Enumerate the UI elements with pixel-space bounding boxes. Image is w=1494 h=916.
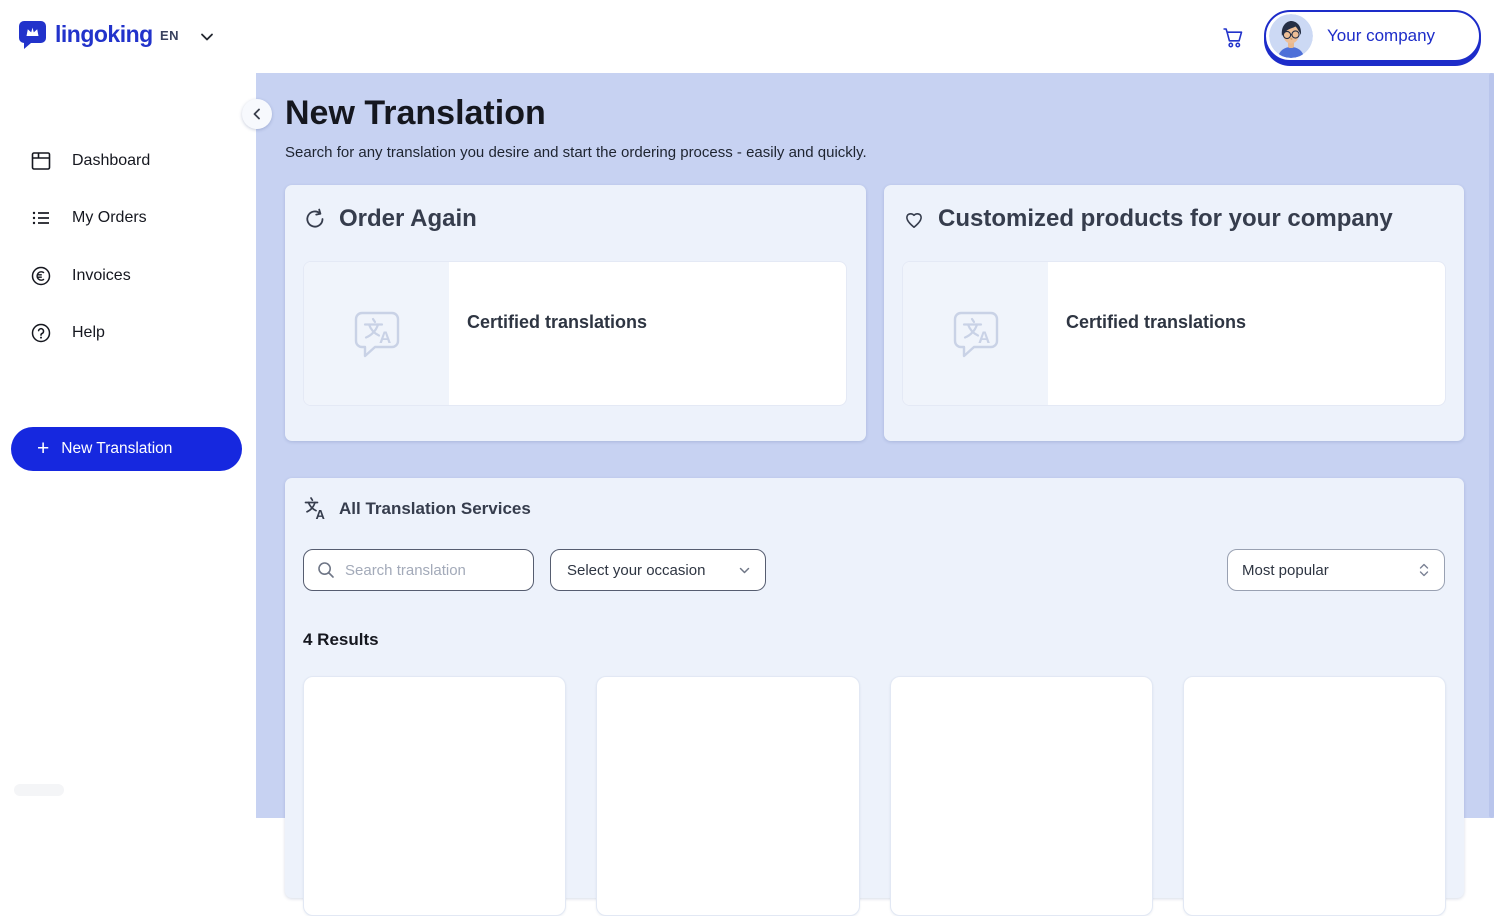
result-card[interactable] xyxy=(890,676,1153,916)
search-input[interactable] xyxy=(345,562,523,579)
services-title: All Translation Services xyxy=(339,499,531,519)
search-icon xyxy=(316,560,336,580)
result-card[interactable] xyxy=(303,676,566,916)
svg-text:A: A xyxy=(316,507,326,522)
order-again-section: Order Again A Certified translations xyxy=(285,185,866,441)
back-button[interactable] xyxy=(242,99,272,129)
product-body: Certified translations xyxy=(1048,262,1445,405)
occasion-select-value: Select your occasion xyxy=(567,562,705,579)
company-name-label: Your company xyxy=(1327,26,1435,46)
product-body: Certified translations xyxy=(449,262,846,405)
lingoking-logo[interactable]: lingoking xyxy=(17,20,153,49)
customized-products-section: Customized products for your company A C… xyxy=(884,185,1464,441)
translate-bubble-icon: A xyxy=(351,308,403,360)
svg-text:A: A xyxy=(379,328,391,347)
sidebar-item-help[interactable]: Help xyxy=(0,313,256,353)
main-content: New Translation Search for any translati… xyxy=(256,73,1494,818)
sidebar: Dashboard My Orders Invoices xyxy=(0,73,256,818)
product-card-certified-translations[interactable]: A Certified translations xyxy=(902,261,1446,406)
page-subtitle: Search for any translation you desire an… xyxy=(285,144,867,161)
euro-circle-icon xyxy=(30,265,52,287)
services-header: A All Translation Services xyxy=(303,496,531,522)
sidebar-item-label: Invoices xyxy=(72,267,131,285)
orders-list-icon xyxy=(30,207,52,229)
avatar xyxy=(1269,14,1313,58)
sidebar-item-dashboard[interactable]: Dashboard xyxy=(0,141,256,181)
order-again-header: Order Again xyxy=(303,205,477,233)
page-title: New Translation xyxy=(285,94,546,133)
refresh-icon xyxy=(303,207,327,231)
customized-products-header: Customized products for your company xyxy=(902,205,1393,233)
result-card[interactable] xyxy=(1183,676,1446,916)
sidebar-item-label: Help xyxy=(72,324,105,342)
top-bar: lingoking EN xyxy=(0,0,1494,73)
sidebar-item-my-orders[interactable]: My Orders xyxy=(0,198,256,238)
product-card-certified-translations[interactable]: A Certified translations xyxy=(303,261,847,406)
sidebar-item-invoices[interactable]: Invoices xyxy=(0,256,256,296)
product-title: Certified translations xyxy=(467,312,846,333)
sidebar-item-label: Dashboard xyxy=(72,152,150,170)
customized-products-title: Customized products for your company xyxy=(938,205,1393,233)
scrollbar[interactable] xyxy=(1489,73,1494,818)
cart-icon[interactable] xyxy=(1220,24,1246,50)
occasion-select[interactable]: Select your occasion xyxy=(550,549,766,591)
heart-icon xyxy=(902,207,926,231)
sort-select[interactable]: Most popular xyxy=(1227,549,1445,591)
order-again-title: Order Again xyxy=(339,205,477,233)
results-count: 4 Results xyxy=(303,630,379,650)
question-circle-icon xyxy=(30,322,52,344)
plus-icon: + xyxy=(37,438,49,459)
result-card[interactable] xyxy=(596,676,859,916)
product-title: Certified translations xyxy=(1066,312,1445,333)
chevron-down-icon[interactable] xyxy=(199,29,215,45)
all-translation-services-panel: A All Translation Services Select your o… xyxy=(285,478,1464,898)
svg-text:A: A xyxy=(978,328,990,347)
widget-ghost xyxy=(14,784,64,796)
back-chevron-icon xyxy=(250,107,264,121)
translate-icon: A xyxy=(303,496,329,522)
company-account-button[interactable]: Your company xyxy=(1264,10,1481,62)
brand-wordmark: lingoking xyxy=(55,21,153,48)
logo-speech-bubble-crown-icon xyxy=(17,20,47,49)
product-thumbnail: A xyxy=(304,262,449,405)
sidebar-item-label: My Orders xyxy=(72,209,147,227)
chevron-down-icon xyxy=(738,564,751,577)
sort-select-value: Most popular xyxy=(1242,562,1329,579)
results-grid xyxy=(303,676,1446,916)
translate-bubble-icon: A xyxy=(950,308,1002,360)
new-translation-button[interactable]: + New Translation xyxy=(11,427,242,471)
new-translation-button-label: New Translation xyxy=(61,440,172,458)
dashboard-icon xyxy=(30,150,52,172)
search-field[interactable] xyxy=(303,549,534,591)
up-down-chevrons-icon xyxy=(1418,562,1430,578)
product-thumbnail: A xyxy=(903,262,1048,405)
language-selector[interactable]: EN xyxy=(160,28,179,43)
